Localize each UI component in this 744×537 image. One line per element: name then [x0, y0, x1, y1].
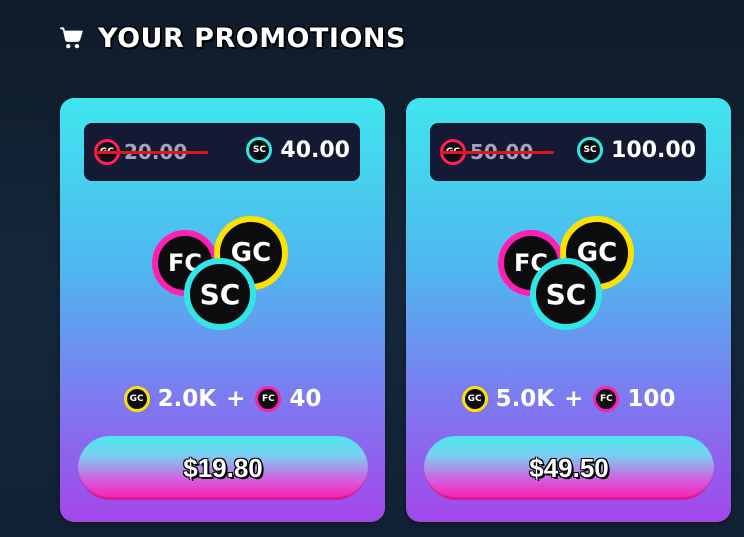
old-price: GC 20.00: [94, 139, 208, 165]
strikethrough-line: [440, 151, 554, 154]
buy-button-label: $49.50: [529, 452, 609, 483]
fc-amount: 40: [289, 386, 322, 412]
gc-amount: 5.0K: [495, 386, 555, 412]
new-price: SC 100.00: [577, 137, 696, 163]
gc-amount: 2.0K: [157, 386, 217, 412]
gc-coin-icon: GC: [123, 386, 150, 412]
coin-bundle-icon: FC GC SC: [498, 216, 638, 336]
fc-amount: 100: [627, 386, 676, 412]
price-bar: GC 20.00 SC 40.00: [84, 123, 360, 181]
gc-coin-icon: GC: [461, 386, 488, 412]
buy-button[interactable]: $19.80: [78, 436, 368, 500]
promotion-card: GC 50.00 SC 100.00 FC GC SC GC 5.0K + FC…: [406, 98, 731, 522]
page-title: YOUR PROMOTIONS: [98, 22, 406, 54]
strikethrough-line: [94, 151, 208, 154]
sc-coin-icon: SC: [184, 258, 256, 330]
page-header: YOUR PROMOTIONS: [58, 18, 406, 58]
buy-button-label: $19.80: [183, 452, 263, 483]
new-price: SC 40.00: [246, 137, 350, 163]
plus-sign: +: [564, 386, 584, 412]
sc-coin-icon: SC: [577, 137, 604, 163]
shopping-cart-icon: [60, 27, 83, 49]
old-price: GC 50.00: [440, 139, 554, 165]
promotion-card: GC 20.00 SC 40.00 FC GC SC GC 2.0K + FC …: [60, 98, 385, 522]
price-bar: GC 50.00 SC 100.00: [430, 123, 706, 181]
coin-bundle-icon: FC GC SC: [152, 216, 292, 336]
new-price-value: 100.00: [611, 137, 696, 163]
sc-coin-icon: SC: [530, 258, 602, 330]
buy-button[interactable]: $49.50: [424, 436, 714, 500]
new-price-value: 40.00: [280, 137, 350, 163]
fc-coin-icon: FC: [255, 386, 282, 412]
sc-coin-icon: SC: [246, 137, 273, 163]
bundle-contents: GC 5.0K + FC 100: [406, 386, 731, 412]
fc-coin-icon: FC: [593, 386, 620, 412]
bundle-contents: GC 2.0K + FC 40: [60, 386, 385, 412]
plus-sign: +: [226, 386, 246, 412]
